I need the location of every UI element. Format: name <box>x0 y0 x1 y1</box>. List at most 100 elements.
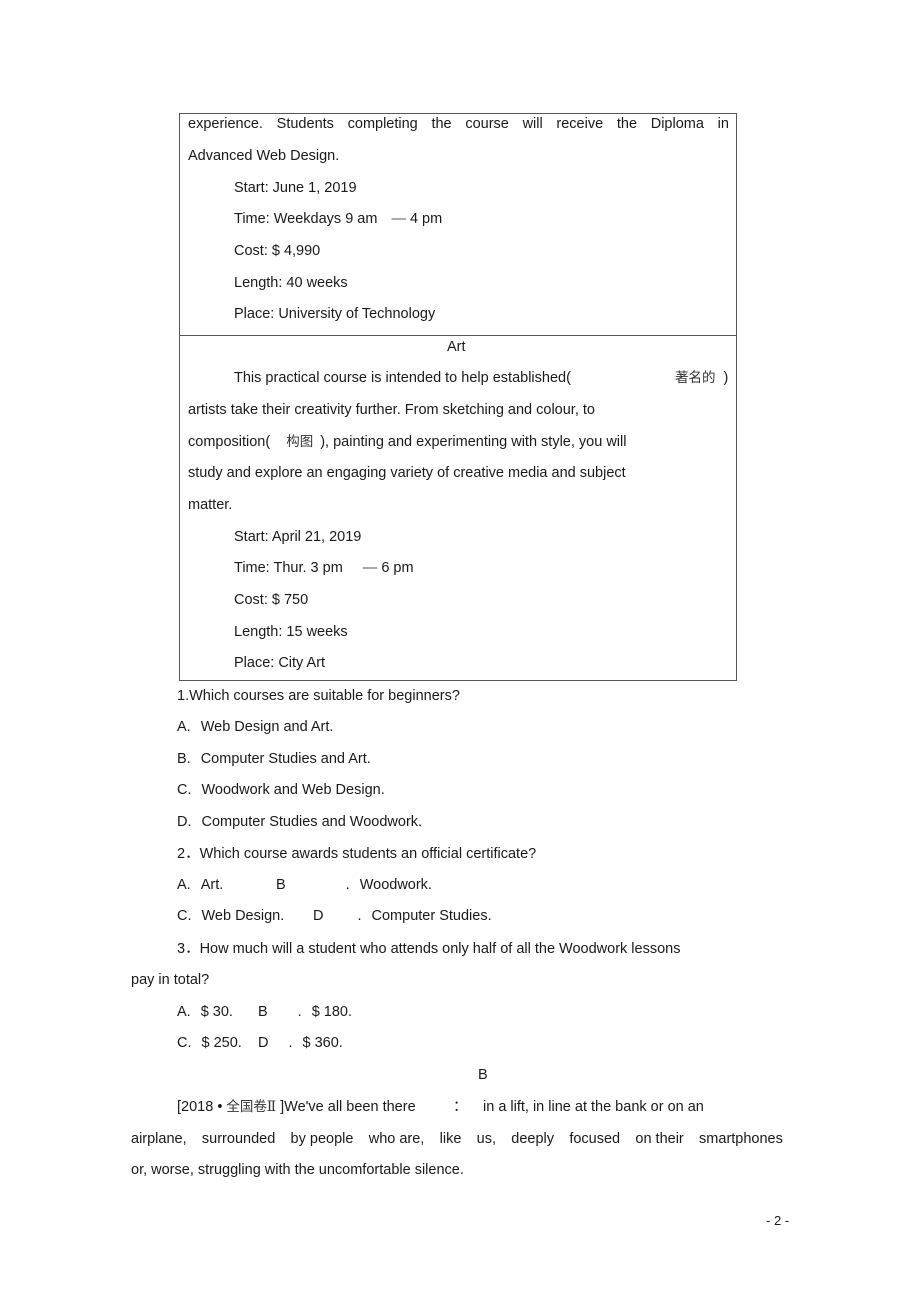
time-end: 4 pm <box>409 211 443 227</box>
text: composition( <box>188 434 271 450</box>
question-2-option-b[interactable]: B. Woodwork. <box>276 878 432 893</box>
passage-b-line3: or, worse, struggling with the uncomfort… <box>131 1162 464 1178</box>
option-dot: . <box>345 877 350 893</box>
option-letter: D <box>313 908 324 924</box>
option-text: $ 180. <box>311 1004 353 1020</box>
question-text: How much will a student who attends only… <box>199 941 681 957</box>
word: receive <box>556 116 604 132</box>
option-letter: B <box>258 1004 268 1020</box>
option-text: Woodwork. <box>359 877 432 893</box>
question-3-stem: 3．How much will a student who attends on… <box>177 942 680 957</box>
word: experience. <box>188 116 263 132</box>
question-1-option-a[interactable]: A. Web Design and Art. <box>177 720 333 735</box>
question-1-option-d[interactable]: D. Computer Studies and Woodwork. <box>177 815 422 830</box>
art-start: Start: April 21, 2019 <box>234 529 362 545</box>
word: on their <box>635 1131 684 1147</box>
word: the <box>616 116 638 132</box>
option-text: Woodwork and Web Design. <box>201 782 385 798</box>
passage-b-line2: airplane, surrounded by people who are, like… <box>131 1132 783 1147</box>
web-design-description-line1: experience. Students completing the course wi… <box>188 117 729 132</box>
option-text: $ 360. <box>302 1035 343 1051</box>
text: ), painting and experimenting with style… <box>320 434 627 450</box>
word: Diploma <box>650 116 704 132</box>
question-text: Which course awards students an official… <box>199 846 537 862</box>
web-design-time: Time: Weekdays 9 am — 4 pm <box>234 212 442 227</box>
option-letter: A. <box>177 719 191 735</box>
option-dot: . <box>357 908 362 924</box>
art-course-title: Art <box>447 339 466 355</box>
option-text: Web Design and Art. <box>200 719 334 735</box>
question-3-option-a[interactable]: A. $ 30. <box>177 1005 233 1020</box>
word: airplane, <box>131 1131 187 1147</box>
time-start: Time: Weekdays 9 am <box>234 211 378 227</box>
option-letter: C. <box>177 782 192 798</box>
art-place: Place: City Art <box>234 655 326 671</box>
art-description-line4: study and explore an engaging variety of… <box>188 465 626 481</box>
option-text: Art. <box>200 877 224 893</box>
option-letter: A. <box>177 877 191 893</box>
option-dot: . <box>297 1004 302 1020</box>
art-description-line3: composition( 构图 ), painting and experiment… <box>188 435 626 450</box>
word: the <box>431 116 452 132</box>
time-dash: — <box>391 211 406 227</box>
option-letter: B <box>276 877 286 893</box>
question-3-stem-continued: pay in total? <box>131 972 210 988</box>
passage-b-heading: B <box>478 1067 488 1083</box>
option-dot: . <box>288 1035 293 1051</box>
word: who are, <box>368 1131 425 1147</box>
time-start: Time: Thur. 3 pm <box>234 560 343 576</box>
option-letter: C. <box>177 1035 192 1051</box>
word: Students <box>276 116 334 132</box>
gloss-composition: 构图 <box>286 434 314 450</box>
passage-b-line1: [2018 • 全国卷Ⅱ ]We've all been there <box>177 1100 416 1115</box>
web-design-start: Start: June 1, 2019 <box>234 180 357 196</box>
close-paren: ) <box>723 370 729 386</box>
source-exam: 全国卷Ⅱ <box>226 1099 277 1115</box>
question-2-option-d[interactable]: D. Computer Studies. <box>313 909 492 924</box>
art-description-line2: artists take their creativity further. F… <box>188 402 595 418</box>
option-letter: B. <box>177 751 191 767</box>
web-design-cost: Cost: $ 4,990 <box>234 243 321 259</box>
question-1-stem: 1.Which courses are suitable for beginne… <box>177 688 460 704</box>
word: like <box>439 1131 462 1147</box>
passage-b-colon: ： <box>453 1099 468 1115</box>
gloss-famous: 著名的 <box>675 370 716 386</box>
web-design-description-line2: Advanced Web Design. <box>188 148 340 164</box>
option-letter: C. <box>177 908 192 924</box>
page-number: - 2 - <box>766 1213 790 1228</box>
question-2-stem: 2．Which course awards students an offici… <box>177 847 536 862</box>
word: focused <box>569 1131 621 1147</box>
time-end: 6 pm <box>381 560 414 576</box>
web-design-length: Length: 40 weeks <box>234 275 348 291</box>
question-3-option-b[interactable]: B. $ 180. <box>258 1005 352 1020</box>
option-letter: D <box>258 1035 269 1051</box>
art-time: Time: Thur. 3 pm — 6 pm <box>234 561 414 576</box>
option-letter: A. <box>177 1004 191 1020</box>
question-number: 2． <box>177 846 200 862</box>
web-design-place: Place: University of Technology <box>234 306 436 322</box>
word: course <box>465 116 509 132</box>
art-description-line5: matter. <box>188 497 233 513</box>
question-2-option-a[interactable]: A. Art. <box>177 878 223 893</box>
option-text: Computer Studies. <box>371 908 492 924</box>
question-3-option-d[interactable]: D. $ 360. <box>258 1036 343 1051</box>
question-2-option-c[interactable]: C. Web Design. <box>177 909 284 924</box>
word: will <box>522 116 543 132</box>
word: us, <box>476 1131 497 1147</box>
option-letter: D. <box>177 814 192 830</box>
source-label: [2018 • <box>177 1099 227 1115</box>
option-text: $ 250. <box>201 1035 242 1051</box>
option-text: Web Design. <box>201 908 285 924</box>
word: deeply <box>511 1131 555 1147</box>
question-3-option-c[interactable]: C. $ 250. <box>177 1036 242 1051</box>
word: by people <box>290 1131 354 1147</box>
art-description-line1: This practical course is intended to hel… <box>234 370 571 386</box>
word: surrounded <box>201 1131 276 1147</box>
option-text: $ 30. <box>200 1004 233 1020</box>
question-1-option-b[interactable]: B. Computer Studies and Art. <box>177 752 371 767</box>
text: ]We've all been there <box>276 1099 416 1115</box>
art-cost: Cost: $ 750 <box>234 592 309 608</box>
word: in <box>717 116 729 132</box>
question-1-option-c[interactable]: C. Woodwork and Web Design. <box>177 783 385 798</box>
word: completing <box>347 116 418 132</box>
